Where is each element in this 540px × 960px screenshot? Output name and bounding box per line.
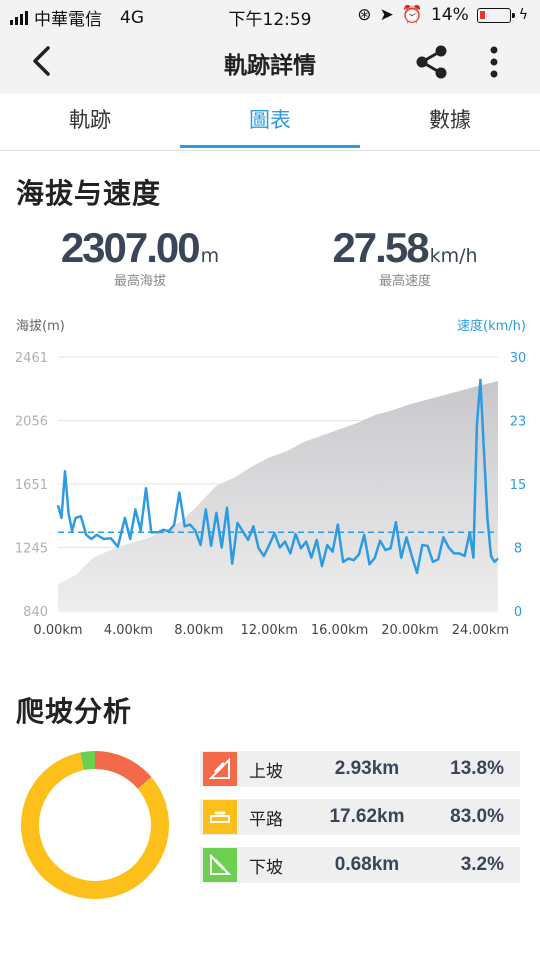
legend-percent: 13.8%	[450, 758, 504, 779]
lock-rotation-icon: ⊛	[357, 5, 372, 25]
status-right: ⊛ ➤ ⏰ 14% ϟ	[357, 5, 528, 25]
max-speed-value: 27.58	[332, 224, 429, 271]
tab-track[interactable]: 軌跡	[0, 94, 180, 150]
charging-icon: ϟ	[518, 7, 528, 23]
legend-name: 上坡	[249, 761, 283, 782]
max-altitude-value: 2307.00	[60, 224, 201, 271]
flat-road-icon	[203, 800, 237, 834]
x-tick: 0.00km	[33, 623, 82, 638]
legend-percent: 83.0%	[450, 806, 504, 827]
climb-analysis-title: 爬坡分析	[16, 695, 133, 728]
y-left-tick: 840	[23, 605, 48, 620]
altitude-speed-title: 海拔与速度	[16, 177, 162, 210]
legend-row-flat: 平路 17.62km 83.0%	[200, 799, 520, 835]
legend-percent: 3.2%	[460, 854, 504, 875]
y-left-axis-label: 海拔(m)	[16, 319, 65, 334]
battery-icon	[476, 7, 515, 23]
nav-bar: 軌跡詳情	[0, 30, 540, 94]
downhill-icon	[203, 848, 237, 882]
x-tick: 16.00km	[311, 623, 368, 638]
alarm-icon: ⏰	[401, 5, 423, 25]
x-tick: 24.00km	[452, 623, 509, 638]
tab-chart[interactable]: 圖表	[180, 94, 360, 150]
y-right-axis-label: 速度(km/h)	[457, 318, 526, 334]
max-altitude-stat: 2307.00 m 最高海拔	[40, 224, 240, 289]
legend-name: 平路	[249, 809, 283, 830]
y-left-tick: 1245	[15, 542, 48, 557]
y-left-tick: 1651	[15, 478, 48, 493]
y-left-tick: 2056	[15, 415, 48, 430]
y-right-tick: 0	[514, 605, 522, 620]
y-right-tick: 23	[510, 415, 527, 430]
climb-legend: 上坡 2.93km 13.8% 平路 17.62km 83.0% 下坡 0.68…	[200, 751, 520, 883]
max-altitude-label: 最高海拔	[113, 274, 166, 289]
tab-data[interactable]: 數據	[360, 94, 540, 150]
uphill-icon	[203, 752, 237, 786]
max-altitude-unit: m	[200, 245, 220, 267]
max-speed-stat: 27.58 km/h 最高速度	[300, 224, 510, 289]
donut-slice	[95, 751, 152, 789]
y-right-tick: 30	[510, 351, 527, 366]
legend-row-downhill: 下坡 0.68km 3.2%	[200, 847, 520, 883]
x-tick: 8.00km	[174, 623, 223, 638]
max-speed-unit: km/h	[429, 245, 478, 267]
y-right-tick: 8	[514, 542, 522, 557]
altitude-speed-chart: 海拔(m) 速度(km/h) 2461 30 2056 23 1651 15 1245 8 84…	[15, 318, 527, 638]
status-bar: 中華電信 4G 下午12:59 ⊛ ➤ ⏰ 14% ϟ	[0, 0, 540, 30]
share-icon[interactable]	[414, 44, 450, 80]
altitude-area-series	[58, 381, 498, 611]
y-left-tick: 2461	[15, 351, 48, 366]
climb-donut-chart	[21, 751, 170, 899]
x-tick: 4.00km	[104, 623, 153, 638]
legend-name: 下坡	[249, 857, 283, 878]
legend-row-uphill: 上坡 2.93km 13.8%	[200, 751, 520, 787]
x-tick: 12.00km	[240, 623, 297, 638]
x-tick: 20.00km	[381, 623, 438, 638]
legend-distance: 17.62km	[329, 806, 405, 827]
max-speed-label: 最高速度	[378, 274, 431, 289]
more-vertical-icon[interactable]	[482, 44, 506, 80]
legend-distance: 0.68km	[334, 854, 400, 875]
page-title: 軌跡詳情	[224, 53, 316, 79]
y-right-tick: 15	[510, 478, 527, 493]
battery-percent: 14%	[430, 5, 469, 25]
legend-distance: 2.93km	[334, 758, 400, 779]
tab-bar: 軌跡 圖表 數據	[0, 94, 540, 151]
location-arrow-icon: ➤	[379, 5, 394, 25]
